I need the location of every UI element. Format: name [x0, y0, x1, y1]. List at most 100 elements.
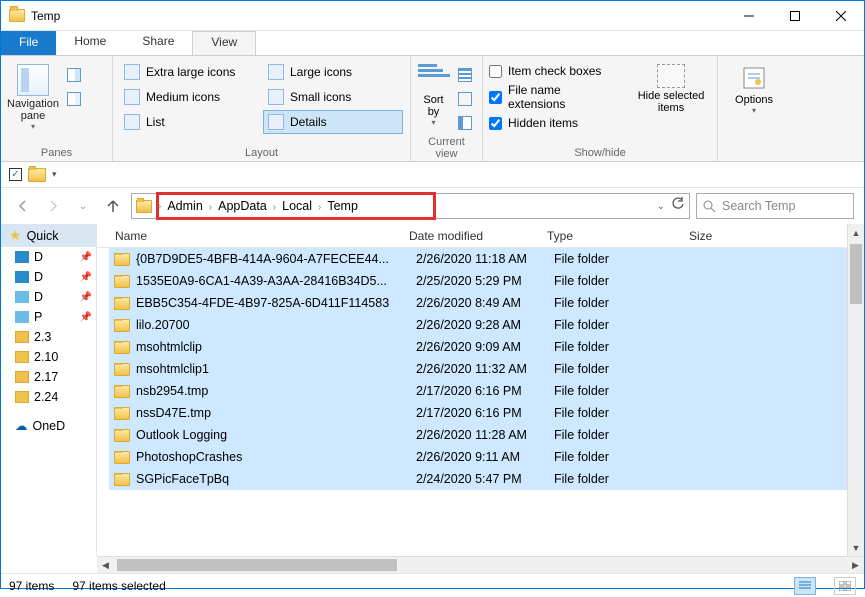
column-type[interactable]: Type: [541, 229, 683, 243]
addr-folder-icon: [136, 200, 152, 213]
view-option-icon: [268, 89, 284, 105]
table-row[interactable]: EBB5C354-4FDE-4B97-825A-6D411F1145832/26…: [109, 292, 852, 314]
view-option-details[interactable]: Details: [263, 110, 403, 134]
sidebar-item-icon: [15, 391, 29, 403]
table-row[interactable]: Outlook Logging2/26/2020 11:28 AMFile fo…: [109, 424, 852, 446]
preview-pane-button[interactable]: [63, 64, 85, 86]
column-date[interactable]: Date modified: [403, 229, 541, 243]
add-columns-button[interactable]: [454, 88, 476, 110]
sidebar-item[interactable]: 2.17: [1, 367, 96, 387]
close-button[interactable]: [818, 1, 864, 31]
addr-dropdown-icon[interactable]: ⌄: [657, 201, 665, 212]
refresh-button[interactable]: [671, 197, 685, 216]
address-bar[interactable]: › Admin›AppData›Local›Temp ⌄: [131, 193, 690, 219]
sidebar-item-quick-access[interactable]: ★Quick: [1, 224, 96, 247]
sidebar[interactable]: ★Quick D📌D📌D📌P📌2.32.102.172.24 ☁OneD: [1, 224, 97, 556]
sort-by-button[interactable]: Sort by ▾: [417, 60, 450, 127]
scroll-thumb[interactable]: [850, 244, 862, 304]
qat-dropdown-icon[interactable]: ▾: [52, 169, 57, 180]
table-row[interactable]: nssD47E.tmp2/17/2020 6:16 PMFile folder: [109, 402, 852, 424]
select-all-checkbox[interactable]: ✓: [9, 168, 22, 181]
table-row[interactable]: nsb2954.tmp2/17/2020 6:16 PMFile folder: [109, 380, 852, 402]
menu-home[interactable]: Home: [56, 31, 124, 55]
item-check-boxes-checkbox[interactable]: Item check boxes: [489, 64, 621, 78]
table-row[interactable]: lilo.207002/26/2020 9:28 AMFile folder: [109, 314, 852, 336]
hide-selected-items-button[interactable]: Hide selected items: [631, 60, 711, 138]
table-row[interactable]: {0B7D9DE5-4BFB-414A-9604-A7FECEE44...2/2…: [109, 248, 852, 270]
maximize-button[interactable]: [772, 1, 818, 31]
menu-view[interactable]: View: [192, 31, 256, 55]
table-row[interactable]: 1535E0A9-6CA1-4A39-A3AA-28416B34D5...2/2…: [109, 270, 852, 292]
details-pane-button[interactable]: [63, 88, 85, 110]
folder-icon: [114, 473, 130, 486]
sidebar-item[interactable]: 2.24: [1, 387, 96, 407]
scroll-right-icon[interactable]: ▶: [847, 557, 864, 573]
folder-icon: [114, 451, 130, 464]
pin-icon: 📌: [80, 312, 92, 323]
forward-button[interactable]: [41, 194, 65, 218]
column-name[interactable]: Name: [109, 229, 403, 243]
current-view-label: Current view: [417, 134, 476, 160]
scroll-up-icon[interactable]: ▲: [848, 224, 864, 241]
sidebar-item[interactable]: D📌: [1, 267, 96, 287]
sidebar-item[interactable]: D📌: [1, 287, 96, 307]
view-option-icon: [268, 64, 284, 80]
table-row[interactable]: msohtmlclip12/26/2020 11:32 AMFile folde…: [109, 358, 852, 380]
sidebar-item-icon: [15, 351, 29, 363]
view-option-small-icons[interactable]: Small icons: [263, 85, 403, 109]
breadcrumb-appdata[interactable]: AppData: [214, 199, 271, 213]
view-option-icon: [124, 89, 140, 105]
column-size[interactable]: Size: [683, 229, 763, 243]
navigation-pane-button[interactable]: Navigation pane ▾: [7, 60, 59, 131]
group-by-button[interactable]: [454, 64, 476, 86]
view-option-medium-icons[interactable]: Medium icons: [119, 85, 259, 109]
recent-locations-button[interactable]: ⌄: [71, 194, 95, 218]
details-view-button[interactable]: [794, 577, 816, 595]
chevron-right-icon[interactable]: ›: [156, 201, 163, 212]
sidebar-item-onedrive[interactable]: ☁OneD: [1, 415, 96, 436]
file-name-extensions-checkbox[interactable]: File name extensions: [489, 83, 621, 111]
sidebar-item[interactable]: 2.10: [1, 347, 96, 367]
back-button[interactable]: [11, 194, 35, 218]
size-columns-button[interactable]: [454, 112, 476, 134]
search-placeholder: Search Temp: [722, 199, 795, 213]
folder-icon: [114, 407, 130, 420]
window-folder-icon: [9, 9, 25, 22]
hide-selected-label: Hide selected items: [631, 90, 711, 114]
minimize-button[interactable]: [726, 1, 772, 31]
view-option-icon: [124, 64, 140, 80]
table-row[interactable]: PhotoshopCrashes2/26/2020 9:11 AMFile fo…: [109, 446, 852, 468]
hidden-items-checkbox[interactable]: Hidden items: [489, 116, 621, 130]
table-row[interactable]: SGPicFaceTpBq2/24/2020 5:47 PMFile folde…: [109, 468, 852, 490]
menu-share[interactable]: Share: [124, 31, 192, 55]
breadcrumb-admin[interactable]: Admin: [163, 199, 206, 213]
scroll-thumb-h[interactable]: [117, 559, 397, 571]
file-list[interactable]: {0B7D9DE5-4BFB-414A-9604-A7FECEE44...2/2…: [97, 248, 864, 556]
search-input[interactable]: Search Temp: [696, 193, 854, 219]
breadcrumb-temp[interactable]: Temp: [323, 199, 362, 213]
layout-label: Layout: [119, 145, 404, 159]
view-option-icon: [124, 114, 140, 130]
menu-file[interactable]: File: [1, 31, 56, 55]
options-button[interactable]: Options ▾: [724, 60, 784, 115]
sidebar-item[interactable]: D📌: [1, 247, 96, 267]
sidebar-item[interactable]: 2.3: [1, 327, 96, 347]
view-option-large-icons[interactable]: Large icons: [263, 60, 403, 84]
folder-icon: [114, 363, 130, 376]
table-row[interactable]: msohtmlclip2/26/2020 9:09 AMFile folder: [109, 336, 852, 358]
vertical-scrollbar[interactable]: ▲ ▼: [847, 224, 864, 556]
up-button[interactable]: [101, 194, 125, 218]
breadcrumb-local[interactable]: Local: [278, 199, 316, 213]
folder-icon: [114, 341, 130, 354]
horizontal-scrollbar[interactable]: ◀ ▶: [97, 556, 864, 573]
navigation-pane-label: Navigation pane: [7, 98, 59, 122]
view-option-list[interactable]: List: [119, 110, 259, 134]
ribbon-layout-section: Extra large iconsLarge iconsMedium icons…: [113, 56, 411, 161]
view-option-extra-large-icons[interactable]: Extra large icons: [119, 60, 259, 84]
folder-icon: [114, 275, 130, 288]
thumbnails-view-button[interactable]: [834, 577, 856, 595]
sidebar-item-icon: [15, 311, 29, 323]
scroll-left-icon[interactable]: ◀: [97, 557, 114, 573]
sidebar-item[interactable]: P📌: [1, 307, 96, 327]
scroll-down-icon[interactable]: ▼: [848, 539, 864, 556]
